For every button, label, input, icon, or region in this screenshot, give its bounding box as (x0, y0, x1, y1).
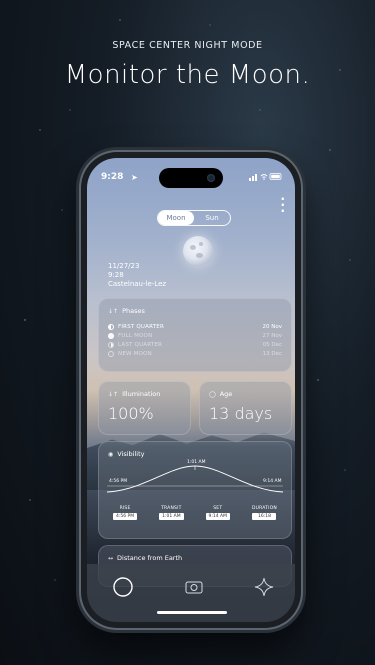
location-arrow-icon: ➤ (131, 173, 138, 182)
stat-label: TRANSIT (161, 506, 182, 511)
illumination-header: ↓↑ Illumination (108, 390, 160, 398)
clock-icon: ◯ (209, 390, 216, 398)
age-card[interactable]: ◯ Age 13 days (199, 381, 292, 435)
phase-row: NEW MOON 13 Dec (108, 350, 282, 358)
hero-title: Monitor the Moon. (64, 60, 311, 90)
camera-icon[interactable] (183, 576, 205, 598)
moon-circle-icon[interactable] (112, 576, 134, 598)
illumination-value: 100% (108, 404, 154, 423)
signal-wifi-battery-icon (249, 172, 283, 183)
stat-value: 9:14 AM (205, 513, 231, 520)
stat-label: RISE (119, 506, 131, 511)
phase-date: 05 Dec (262, 342, 282, 348)
peak-time-label: 1:01 AM (187, 460, 206, 465)
age-header: ◯ Age (209, 390, 232, 398)
moon-image (183, 236, 213, 266)
stat-value: 16:18 (252, 513, 277, 520)
phases-card[interactable]: ↓↑ Phases FIRST QUARTER 20 Nov FULL MOON… (98, 298, 292, 372)
illumination-icon: ↓↑ (108, 390, 119, 398)
app-screen: 9:28 ➤ · · · Moon Sun 11/27/23 9:28 Cast… (87, 158, 295, 622)
first-quarter-icon (108, 324, 114, 330)
visibility-card[interactable]: ◉ Visibility 1:01 AM 4:56 PM 9:14 AM RIS… (98, 441, 292, 539)
last-quarter-icon (108, 342, 114, 348)
phase-date: 20 Nov (262, 324, 282, 330)
home-indicator (157, 611, 227, 614)
current-location: Castelnau-le-Lez (108, 280, 167, 288)
rise-time-label: 4:56 PM (109, 479, 128, 484)
phase-name: NEW MOON (118, 351, 152, 357)
stat-transit: TRANSIT 1:01 AM (159, 506, 184, 520)
sparkle-icon[interactable] (253, 576, 275, 598)
age-value: 13 days (209, 404, 273, 423)
date-location-info: 11/27/23 9:28 Castelnau-le-Lez (108, 262, 166, 289)
hero-kicker: SPACE CENTER NIGHT MODE (112, 40, 263, 51)
visibility-stats: RISE 4:56 PM TRANSIT 1:01 AM SET 9:14 AM… (113, 506, 277, 520)
stat-label: SET (213, 506, 223, 511)
set-time-label: 9:14 AM (263, 479, 282, 484)
current-date: 11/27/23 (108, 262, 140, 270)
stat-duration: DURATION 16:18 (252, 506, 277, 520)
phase-row: FULL MOON 27 Nov (108, 332, 282, 340)
tab-bar (87, 564, 295, 622)
stat-label: DURATION (251, 506, 277, 511)
distance-icon: ↔ (108, 554, 114, 562)
dynamic-island (159, 168, 223, 188)
toggle-moon[interactable]: Moon (158, 211, 194, 225)
visibility-curve (106, 465, 284, 493)
stat-rise: RISE 4:56 PM (113, 506, 138, 520)
phase-row: LAST QUARTER 05 Dec (108, 341, 282, 349)
current-time: 9:28 (108, 271, 124, 279)
status-time: 9:28 (101, 172, 124, 182)
toggle-sun[interactable]: Sun (194, 211, 230, 225)
full-moon-icon (108, 333, 114, 339)
phase-date: 27 Nov (262, 333, 282, 339)
phase-name: FULL MOON (118, 333, 153, 339)
phase-row: FIRST QUARTER 20 Nov (108, 323, 282, 331)
age-title: Age (219, 390, 233, 398)
distance-header: ↔ Distance from Earth (108, 554, 182, 562)
illumination-title: Illumination (122, 390, 161, 398)
moon-sun-toggle[interactable]: Moon Sun (157, 210, 231, 226)
stat-set: SET 9:14 AM (205, 506, 231, 520)
illumination-card[interactable]: ↓↑ Illumination 100% (98, 381, 191, 435)
distance-title: Distance from Earth (117, 554, 183, 562)
phases-header: ↓↑ Phases (108, 307, 145, 315)
more-menu-icon[interactable]: · · · (280, 193, 285, 217)
stat-value: 1:01 AM (159, 513, 184, 520)
stat-value: 4:56 PM (113, 513, 138, 520)
phase-name: LAST QUARTER (118, 342, 163, 348)
phases-chart-icon: ↓↑ (108, 307, 119, 315)
phone-mockup: 9:28 ➤ · · · Moon Sun 11/27/23 9:28 Cast… (81, 152, 301, 628)
new-moon-icon (108, 351, 114, 357)
phase-date: 13 Dec (262, 351, 282, 357)
phase-name: FIRST QUARTER (118, 324, 165, 330)
phases-title: Phases (122, 307, 145, 315)
